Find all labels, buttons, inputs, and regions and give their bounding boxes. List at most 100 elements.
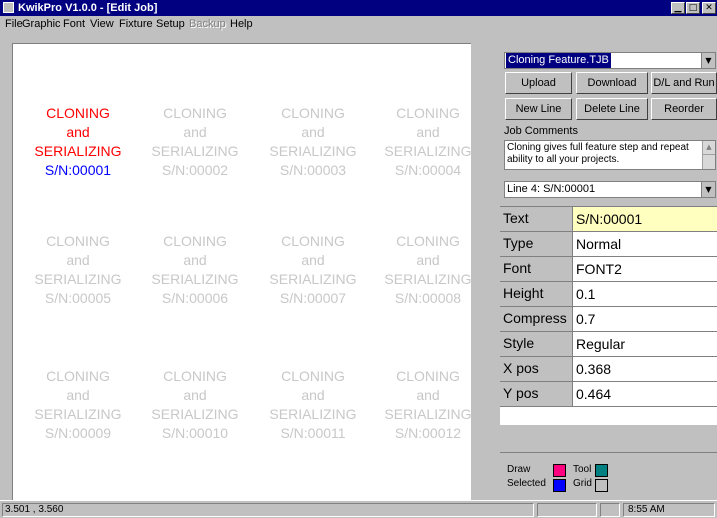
clone-cell-9: CLONING and SERIALIZING S/N:00009 bbox=[13, 367, 143, 443]
cell-serial: S/N:00009 bbox=[44, 425, 112, 441]
tool-color-swatch[interactable] bbox=[595, 464, 608, 477]
menu-setup[interactable]: Setup bbox=[156, 17, 185, 31]
line-select[interactable]: Line 4: S/N:00001 ▼ bbox=[504, 181, 716, 198]
property-name: Style bbox=[500, 332, 573, 357]
cell-line-3: SERIALIZING bbox=[269, 271, 357, 287]
property-name: Font bbox=[500, 257, 573, 282]
property-value-type[interactable]: Normal bbox=[573, 232, 717, 257]
grid-color-swatch[interactable] bbox=[595, 479, 608, 492]
dl-and-run-label: D/L and Run bbox=[653, 77, 715, 89]
draw-label: Draw bbox=[507, 464, 531, 475]
property-row-ypos: Y pos 0.464 bbox=[500, 382, 717, 407]
menu-file[interactable]: File bbox=[5, 17, 23, 31]
cell-line-1: CLONING bbox=[396, 233, 460, 249]
cell-line-1: CLONING bbox=[46, 368, 110, 384]
menu-view[interactable]: View bbox=[90, 17, 114, 31]
clone-cell-12: CLONING and SERIALIZING S/N:00012 bbox=[363, 367, 493, 443]
menu-font[interactable]: Font bbox=[63, 17, 85, 31]
property-value-style[interactable]: Regular bbox=[573, 332, 717, 357]
property-value-height[interactable]: 0.1 bbox=[573, 282, 717, 307]
draw-color-swatch[interactable] bbox=[553, 464, 566, 477]
menu-fixture[interactable]: Fixture bbox=[119, 17, 153, 31]
new-line-button[interactable]: New Line bbox=[505, 98, 572, 120]
upload-label: Upload bbox=[521, 77, 556, 89]
cell-line-1: CLONING bbox=[163, 368, 227, 384]
cell-line-1: CLONING bbox=[281, 233, 345, 249]
cell-line-2: and bbox=[66, 387, 90, 403]
status-panel-blank-2 bbox=[600, 503, 620, 517]
scroll-up-icon[interactable]: ▲ bbox=[703, 141, 715, 155]
cell-line-1: CLONING bbox=[163, 105, 227, 121]
job-comments-field[interactable]: Cloning gives full feature step and repe… bbox=[504, 140, 716, 170]
cell-line-1: CLONING bbox=[163, 233, 227, 249]
app-icon[interactable] bbox=[3, 2, 14, 13]
menu-graphic[interactable]: Graphic bbox=[22, 17, 61, 31]
property-name: Text bbox=[500, 207, 573, 232]
status-bar: 3.501 , 3.560 8:55 AM bbox=[0, 500, 717, 518]
clone-cell-1[interactable]: CLONING and SERIALIZING S/N:00001 bbox=[13, 104, 143, 180]
dropdown-arrow-icon[interactable]: ▼ bbox=[701, 53, 715, 68]
job-file-value: Cloning Feature.TJB bbox=[506, 53, 611, 68]
cell-line-2: and bbox=[66, 252, 90, 268]
download-button[interactable]: Download bbox=[576, 72, 648, 94]
maximize-button[interactable]: □ bbox=[686, 2, 700, 14]
clone-cell-3: CLONING and SERIALIZING S/N:00003 bbox=[248, 104, 378, 180]
cell-line-3: SERIALIZING bbox=[269, 143, 357, 159]
property-row-style: Style Regular bbox=[500, 332, 717, 357]
reorder-button[interactable]: Reorder bbox=[651, 98, 717, 120]
clone-cell-10: CLONING and SERIALIZING S/N:00010 bbox=[130, 367, 260, 443]
cell-serial: S/N:00002 bbox=[161, 162, 229, 178]
download-label: Download bbox=[587, 77, 637, 89]
cell-line-3: SERIALIZING bbox=[34, 271, 122, 287]
comments-scrollbar[interactable]: ▲ bbox=[702, 141, 715, 169]
cell-line-1: CLONING bbox=[396, 368, 460, 384]
clone-cell-11: CLONING and SERIALIZING S/N:00011 bbox=[248, 367, 378, 443]
cell-line-3: SERIALIZING bbox=[151, 143, 239, 159]
property-name: X pos bbox=[500, 357, 573, 382]
delete-line-label: Delete Line bbox=[584, 103, 640, 115]
job-canvas[interactable]: CLONING and SERIALIZING S/N:00001 CLONIN… bbox=[12, 43, 472, 500]
property-name: Height bbox=[500, 282, 573, 307]
property-row-font: Font FONT2 bbox=[500, 257, 717, 282]
grid-label: Grid bbox=[573, 478, 592, 489]
clock: 8:55 AM bbox=[623, 503, 715, 517]
minimize-button[interactable]: ▁ bbox=[671, 2, 685, 14]
menu-help[interactable]: Help bbox=[230, 17, 253, 31]
property-value-font[interactable]: FONT2 bbox=[573, 257, 717, 282]
property-name: Y pos bbox=[500, 382, 573, 407]
status-panel-blank bbox=[537, 503, 597, 517]
property-value-text[interactable]: S/N:00001 bbox=[573, 207, 717, 232]
clone-cell-6: CLONING and SERIALIZING S/N:00006 bbox=[130, 232, 260, 308]
property-value-compress[interactable]: 0.7 bbox=[573, 307, 717, 332]
close-button[interactable]: ✕ bbox=[702, 2, 716, 14]
dropdown-arrow-icon[interactable]: ▼ bbox=[701, 182, 715, 197]
cell-line-2: and bbox=[416, 252, 440, 268]
cell-serial: S/N:00005 bbox=[44, 290, 112, 306]
cell-line-3: SERIALIZING bbox=[34, 143, 122, 159]
coordinates-readout: 3.501 , 3.560 bbox=[2, 503, 534, 517]
clone-cell-2: CLONING and SERIALIZING S/N:00002 bbox=[130, 104, 260, 180]
property-row-height: Height 0.1 bbox=[500, 282, 717, 307]
property-value-ypos[interactable]: 0.464 bbox=[573, 382, 717, 407]
property-row-text: Text S/N:00001 bbox=[500, 207, 717, 232]
cell-serial: S/N:00012 bbox=[394, 425, 462, 441]
job-comments-text: Cloning gives full feature step and repe… bbox=[507, 142, 689, 165]
selected-color-swatch[interactable] bbox=[553, 479, 566, 492]
cell-line-2: and bbox=[416, 387, 440, 403]
cell-line-3: SERIALIZING bbox=[269, 406, 357, 422]
delete-line-button[interactable]: Delete Line bbox=[576, 98, 648, 120]
cell-line-1: CLONING bbox=[396, 105, 460, 121]
clone-cell-7: CLONING and SERIALIZING S/N:00007 bbox=[248, 232, 378, 308]
cell-serial: S/N:00001 bbox=[44, 162, 112, 178]
cell-serial: S/N:00007 bbox=[279, 290, 347, 306]
job-file-select[interactable]: Cloning Feature.TJB ▼ bbox=[504, 52, 716, 69]
property-name: Type bbox=[500, 232, 573, 257]
cell-line-2: and bbox=[183, 124, 207, 140]
selected-label: Selected bbox=[507, 478, 546, 489]
job-comments-label: Job Comments bbox=[504, 125, 578, 137]
property-row-type: Type Normal bbox=[500, 232, 717, 257]
dl-and-run-button[interactable]: D/L and Run bbox=[651, 72, 717, 94]
property-value-xpos[interactable]: 0.368 bbox=[573, 357, 717, 382]
cell-serial: S/N:00006 bbox=[161, 290, 229, 306]
upload-button[interactable]: Upload bbox=[505, 72, 572, 94]
